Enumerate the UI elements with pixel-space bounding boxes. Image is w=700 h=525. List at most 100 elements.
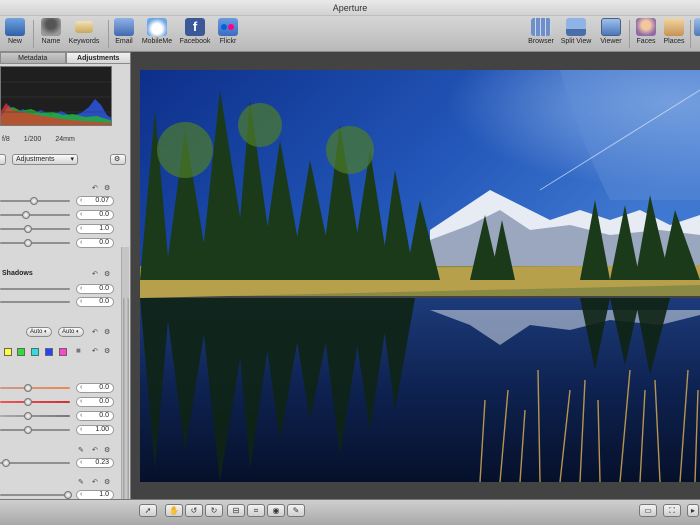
facebook-button[interactable]: f Facebook <box>178 18 212 45</box>
reset-icon[interactable]: ↶ <box>92 270 98 278</box>
gear-icon[interactable]: ⚙ <box>104 328 110 336</box>
faces-button[interactable]: Faces <box>633 18 659 45</box>
viewer-button[interactable]: Viewer <box>597 18 625 45</box>
adjustments-presets-popup[interactable]: Adjustments ▾ <box>12 154 78 165</box>
value-field[interactable]: ‹ 0.0 <box>76 238 114 248</box>
auto-label: Auto <box>62 329 75 335</box>
keywords-icon <box>75 21 93 33</box>
swatch-blue[interactable] <box>45 348 53 356</box>
add-adjustment-popup[interactable] <box>0 154 6 165</box>
section-title-shadows[interactable]: Shadows <box>0 268 120 280</box>
value-field[interactable]: ‹ 1.0 <box>76 224 114 234</box>
slider-knob[interactable] <box>24 426 32 434</box>
select-tool-button[interactable]: ➚ <box>139 504 157 517</box>
keywords-button[interactable]: Keywords <box>66 18 102 45</box>
reset-icon[interactable]: ↶ <box>92 446 98 454</box>
reset-icon[interactable]: ↶ <box>92 478 98 486</box>
auto-button[interactable]: Auto ◐ <box>26 327 52 337</box>
value-field[interactable]: ‹ 0.0 <box>76 411 114 421</box>
inspector-scrollbar[interactable] <box>121 247 129 522</box>
straighten-button[interactable]: ⊟ <box>227 504 245 517</box>
more-button[interactable] <box>693 18 700 38</box>
tab-adjustments[interactable]: Adjustments <box>65 52 130 64</box>
new-label: New <box>7 38 22 45</box>
places-button[interactable]: Places <box>661 18 687 45</box>
full-screen-button[interactable]: ⛶ <box>663 504 681 517</box>
slider[interactable] <box>0 415 70 417</box>
value-field[interactable]: ‹ 0.0 <box>76 210 114 220</box>
gear-icon[interactable]: ⚙ <box>104 270 110 278</box>
faces-icon <box>636 18 656 36</box>
value-field[interactable]: ‹ 1.00 <box>76 425 114 435</box>
slider-knob[interactable] <box>2 459 10 467</box>
swatch-cyan[interactable] <box>31 348 39 356</box>
split-view-icon <box>566 18 586 36</box>
slider[interactable] <box>0 401 70 403</box>
slider[interactable] <box>0 387 70 389</box>
slider[interactable] <box>0 301 70 303</box>
hand-tool-button[interactable]: ✋ <box>165 504 183 517</box>
brush-icon[interactable]: ✎ <box>78 446 84 454</box>
gear-icon[interactable]: ⚙ <box>104 347 110 355</box>
slider[interactable] <box>0 429 70 431</box>
reset-icon[interactable]: ↶ <box>92 347 98 355</box>
slider-knob[interactable] <box>30 197 38 205</box>
reset-icon[interactable]: ↶ <box>92 184 98 192</box>
slider[interactable] <box>0 494 70 496</box>
preset-row: Adjustments ▾ ⚙ <box>0 153 130 167</box>
name-icon <box>41 18 61 36</box>
browser-button[interactable]: Browser <box>526 18 556 45</box>
swatch-magenta[interactable] <box>59 348 67 356</box>
rotate-right-button[interactable]: ↻ <box>205 504 223 517</box>
slider-knob[interactable] <box>24 398 32 406</box>
rotate-left-button[interactable]: ↺ <box>185 504 203 517</box>
adjust-row: ‹ 0.0 <box>0 238 120 248</box>
name-button[interactable]: Name <box>38 18 64 45</box>
histogram <box>0 66 112 126</box>
slider-knob[interactable] <box>24 225 32 233</box>
brush-icon[interactable]: ✎ <box>78 478 84 486</box>
value-field[interactable]: ‹ 0.23 <box>76 458 114 468</box>
mobileme-button[interactable]: MobileMe <box>140 18 174 45</box>
loupe-icon: ▭ <box>644 506 652 515</box>
slider-knob[interactable] <box>24 412 32 420</box>
slider-knob[interactable] <box>64 491 72 499</box>
tab-metadata[interactable]: Metadata <box>0 52 66 64</box>
brush-button[interactable]: ✎ <box>287 504 305 517</box>
swatch-green[interactable] <box>17 348 25 356</box>
gear-icon[interactable]: ⚙ <box>104 446 110 454</box>
scrollbar-thumb[interactable] <box>123 297 129 507</box>
value-field[interactable]: ‹ 0.0 <box>76 397 114 407</box>
photo-image[interactable] <box>140 70 700 482</box>
slider[interactable] <box>0 214 70 216</box>
loupe-button[interactable]: ▭ <box>639 504 657 517</box>
slider-knob[interactable] <box>22 211 30 219</box>
eyedropper-swatch-icon[interactable]: ■ <box>76 346 81 355</box>
more-options-button[interactable]: ▸ <box>687 504 699 517</box>
crop-button[interactable]: ⌗ <box>247 504 265 517</box>
slider[interactable] <box>0 288 70 290</box>
value-field[interactable]: ‹ 0.0 <box>76 297 114 307</box>
slider[interactable] <box>0 228 70 230</box>
gear-icon[interactable]: ⚙ <box>104 184 110 192</box>
viewer-label: Viewer <box>600 38 622 45</box>
auto-color-button[interactable]: Auto ◐ <box>58 327 84 337</box>
value-field[interactable]: ‹ 0.0 <box>76 284 114 294</box>
value-field[interactable]: ‹ 0.07 <box>76 196 114 206</box>
gear-icon[interactable]: ⚙ <box>104 478 110 486</box>
email-button[interactable]: Email <box>112 18 136 45</box>
swatch-yellow[interactable] <box>4 348 12 356</box>
slider-knob[interactable] <box>24 239 32 247</box>
value-text: 0.07 <box>95 197 109 204</box>
gear-menu[interactable]: ⚙ <box>110 154 126 165</box>
flickr-button[interactable]: Flickr <box>216 18 240 45</box>
split-view-button[interactable]: Split View <box>558 18 594 45</box>
value-field[interactable]: ‹ 0.0 <box>76 383 114 393</box>
new-button[interactable]: New <box>3 18 27 45</box>
reset-icon[interactable]: ↶ <box>92 328 98 336</box>
email-icon <box>114 18 134 36</box>
slider-knob[interactable] <box>24 384 32 392</box>
red-eye-button[interactable]: ◉ <box>267 504 285 517</box>
slider[interactable] <box>0 242 70 244</box>
slider[interactable] <box>0 462 70 464</box>
